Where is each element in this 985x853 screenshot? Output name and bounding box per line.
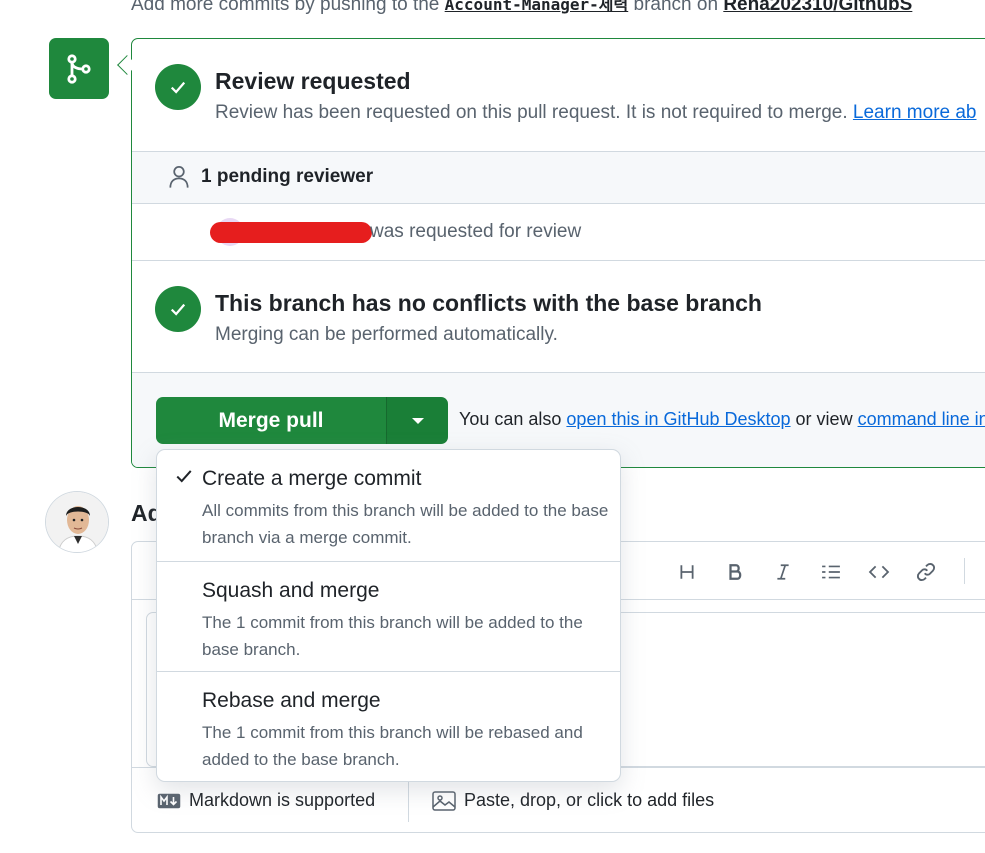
review-subtitle: Review has been requested on this pull r… [215,102,977,124]
markdown-icon [157,793,181,808]
paste-label: Paste, drop, or click to add files [464,790,715,810]
menu-item-title: Create a merge commit [202,467,422,490]
branch-name[interactable]: Account-Manager-제력 [445,0,629,14]
check-circle-icon [155,64,201,110]
menu-item-create-merge-commit[interactable]: Create a merge commit All commits from t… [157,450,620,561]
pending-reviewer-count: 1 pending reviewer [201,166,374,187]
heading-icon[interactable] [673,558,701,586]
also-text: You can also [459,409,567,429]
merge-method-menu: Create a merge commit All commits from t… [156,449,621,782]
check-icon [176,470,192,483]
toolbar-divider [964,558,965,584]
triangle-down-icon [411,417,424,424]
markdown-support[interactable]: Markdown is supported [157,790,375,811]
push-instructions: Add more commits by pushing to the Accou… [131,0,912,16]
menu-item-title: Squash and merge [202,579,380,602]
merge-status-box: Review requested Review has been request… [131,38,985,468]
command-line-link[interactable]: command line in [858,409,985,429]
redacted-reviewer-name [210,222,372,243]
push-prefix: Add more commits by pushing to the [131,0,445,15]
avatar[interactable] [45,491,109,553]
conflicts-section: This branch has no conflicts with the ba… [132,260,985,372]
conflicts-title: This branch has no conflicts with the ba… [215,290,762,316]
check-circle-icon [155,286,201,332]
conflicts-subtitle: Merging can be performed automatically. [215,324,558,345]
menu-item-description: The 1 commit from this branch will be re… [202,723,583,769]
or-view-text: or view [790,409,858,429]
reviewer-row: was requested for review [132,204,985,260]
bold-icon[interactable] [721,558,749,586]
repo-link[interactable]: Rena202310/GithubS [723,0,912,15]
merge-pull-request-button[interactable]: Merge pull request [156,397,386,444]
attach-files[interactable]: Paste, drop, or click to add files [432,790,714,811]
push-middle: branch on [628,0,724,15]
menu-item-description: All commits from this branch will be add… [202,501,609,547]
footer-divider [408,780,409,822]
italic-icon[interactable] [769,558,797,586]
link-icon[interactable] [912,558,940,586]
reviewer-status-text: was requested for review [370,221,582,242]
merge-alternatives: You can also open this in GitHub Desktop… [459,409,985,430]
learn-more-link[interactable]: Learn more ab [853,102,977,123]
person-icon [169,166,189,188]
merge-method-dropdown-button[interactable] [386,397,448,444]
image-icon [432,790,456,811]
github-desktop-link[interactable]: open this in GitHub Desktop [566,409,790,429]
review-subtitle-text: Review has been requested on this pull r… [215,102,848,123]
git-merge-icon [49,38,109,99]
code-icon[interactable] [865,558,893,586]
markdown-label: Markdown is supported [189,790,376,810]
list-icon[interactable] [817,558,845,586]
review-title: Review requested [215,68,411,94]
merge-button-group: Merge pull request [156,397,448,444]
menu-item-title: Rebase and merge [202,689,381,712]
menu-item-description: The 1 commit from this branch will be ad… [202,613,583,659]
menu-item-squash-and-merge[interactable]: Squash and merge The 1 commit from this … [157,561,620,671]
review-section: Review requested Review has been request… [132,39,985,151]
menu-item-rebase-and-merge[interactable]: Rebase and merge The 1 commit from this … [157,671,620,781]
pending-reviewers-header[interactable]: 1 pending reviewer [132,151,985,204]
